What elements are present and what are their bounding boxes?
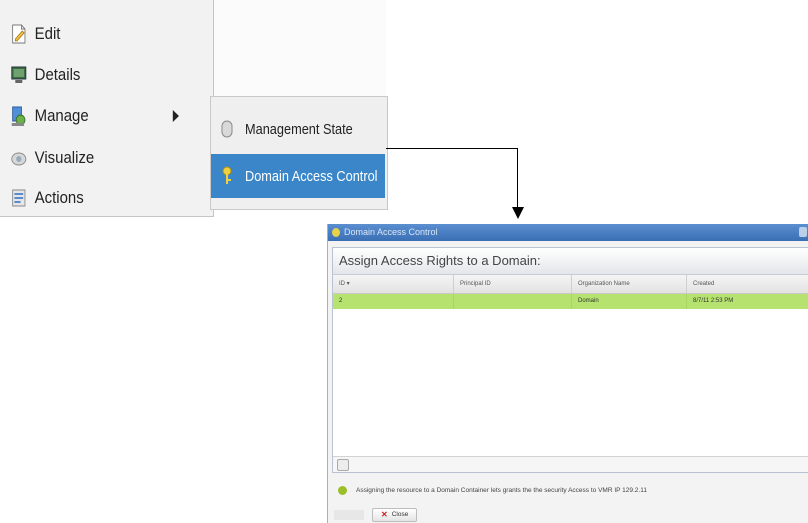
connector-line	[517, 148, 518, 208]
dialog-buttons: ✕ Close	[328, 508, 418, 522]
disabled-button	[334, 510, 364, 520]
details-icon	[10, 64, 28, 86]
info-icon	[338, 486, 347, 495]
info-text: Assigning the resource to a Domain Conta…	[356, 487, 647, 494]
actions-icon	[10, 187, 28, 209]
menu-item-manage[interactable]: Manage	[10, 99, 186, 133]
column-header-organization-name[interactable]: Organization Name	[572, 275, 687, 293]
column-header-created[interactable]: Created	[687, 275, 808, 293]
menu-item-label: Details	[34, 65, 81, 84]
menu-item-visualize[interactable]: Visualize	[10, 141, 186, 175]
menu-item-label: Edit	[34, 24, 61, 43]
manage-icon	[10, 105, 28, 127]
table-header: ID ▾ Principal ID Organization Name Crea…	[333, 275, 808, 294]
key-icon	[332, 228, 340, 237]
close-button-label: Close	[391, 511, 409, 518]
cell-created: 8/7/11 2:53 PM	[693, 298, 734, 304]
close-button[interactable]: ✕ Close	[372, 508, 418, 522]
column-header-id[interactable]: ID ▾	[333, 275, 454, 293]
management-state-icon	[219, 119, 235, 139]
panel-title: Assign Access Rights to a Domain:	[333, 248, 808, 275]
submenu-item-label: Domain Access Control	[245, 167, 378, 185]
submenu-arrow-icon	[172, 110, 179, 122]
cell-organization-name: Domain	[572, 294, 687, 309]
manage-submenu: Management State Domain Access Control	[210, 96, 388, 210]
submenu-item-domain-access-control[interactable]: Domain Access Control	[211, 154, 385, 198]
menu-item-details[interactable]: Details	[10, 58, 186, 92]
context-menu: Edit Details Manage Visualize Actions	[0, 0, 214, 217]
refresh-icon[interactable]	[337, 459, 349, 471]
edit-icon	[10, 23, 28, 45]
cell-principal-id	[454, 294, 572, 309]
domain-access-control-dialog: Domain Access Control Assign Access Righ…	[327, 224, 808, 523]
table-toolbar	[333, 456, 808, 472]
submenu-item-management-state[interactable]: Management State	[211, 107, 385, 151]
menu-item-edit[interactable]: Edit	[10, 17, 186, 51]
connector-line	[386, 148, 518, 149]
main-window-area	[213, 0, 386, 96]
dialog-title: Domain Access Control	[344, 227, 438, 237]
column-header-principal-id[interactable]: Principal ID	[454, 275, 572, 293]
menu-item-label: Manage	[34, 106, 89, 125]
submenu-item-label: Management State	[245, 120, 353, 138]
menu-item-actions[interactable]: Actions	[10, 181, 186, 215]
table-body	[333, 309, 808, 456]
visualize-icon	[10, 147, 28, 169]
dialog-titlebar[interactable]: Domain Access Control	[328, 224, 808, 241]
access-rights-panel: Assign Access Rights to a Domain: ID ▾ P…	[332, 247, 808, 473]
info-message: Assigning the resource to a Domain Conta…	[338, 486, 647, 495]
menu-item-label: Actions	[34, 188, 84, 207]
key-icon	[219, 166, 235, 186]
close-x-icon: ✕	[381, 510, 388, 519]
table-row[interactable]: 2 Domain 8/7/11 2:53 PM	[333, 294, 808, 309]
close-icon[interactable]	[799, 227, 807, 237]
menu-item-label: Visualize	[34, 148, 95, 167]
cell-id: 2	[333, 294, 454, 309]
arrow-down-icon	[512, 207, 524, 219]
